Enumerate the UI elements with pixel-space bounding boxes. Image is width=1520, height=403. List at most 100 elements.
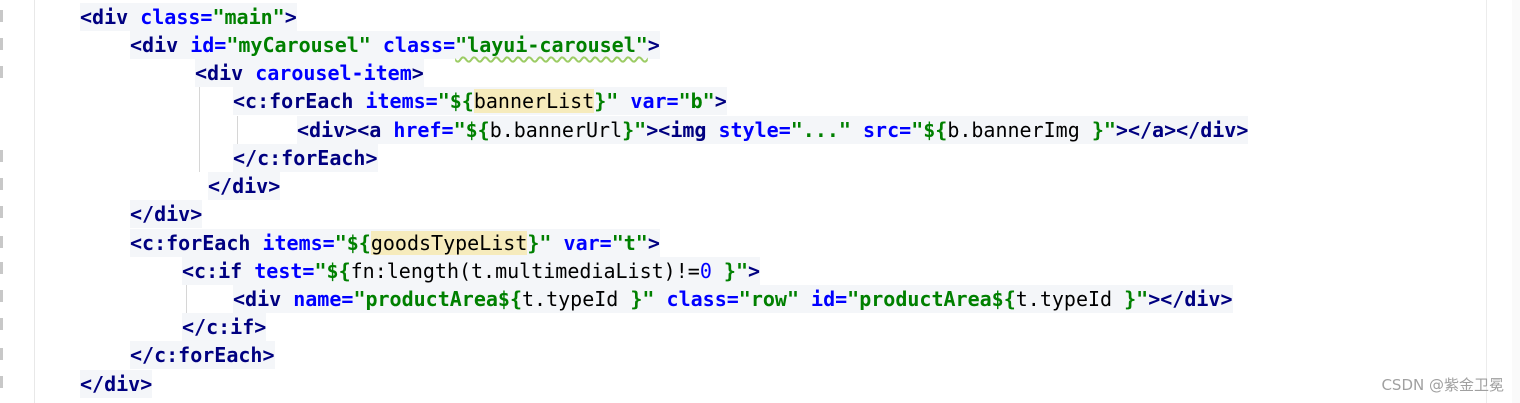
fold-marker-icon[interactable] bbox=[0, 376, 3, 388]
code-token: "..." bbox=[790, 118, 851, 142]
code-token: class= bbox=[382, 33, 456, 57]
code-token: <div bbox=[130, 33, 179, 57]
code-token: }" bbox=[594, 89, 619, 113]
code-token: "${ bbox=[314, 259, 351, 283]
code-token: bannerList bbox=[473, 89, 595, 113]
fold-marker-icon[interactable] bbox=[0, 10, 3, 22]
code-token: </c:if> bbox=[182, 315, 267, 339]
code-line[interactable]: <div><a href="${b.bannerUrl}"><img style… bbox=[297, 116, 1249, 144]
code-line[interactable]: <div class="main"> bbox=[80, 3, 297, 31]
code-editor[interactable]: <div class="main"> <div id="myCarousel" c… bbox=[0, 0, 1480, 403]
code-token: src= bbox=[863, 118, 912, 142]
code-token: </div> bbox=[130, 202, 203, 226]
code-token: style= bbox=[718, 118, 791, 142]
code-token: class= bbox=[140, 5, 213, 29]
code-token: "${ bbox=[437, 89, 474, 113]
indent-guide bbox=[237, 116, 238, 144]
code-token: }" bbox=[527, 231, 552, 255]
code-line[interactable]: <div carousel-item> bbox=[195, 59, 424, 87]
code-token: items= bbox=[365, 89, 438, 113]
fold-marker-icon[interactable] bbox=[0, 66, 3, 78]
code-token: > bbox=[284, 5, 297, 29]
code-line[interactable]: <c:if test="${fn:length(t.multimediaList… bbox=[182, 257, 761, 285]
code-token: "${ bbox=[911, 118, 948, 142]
code-line[interactable]: <c:forEach items="${bannerList}" var="b"… bbox=[233, 87, 727, 115]
code-token: t.typeId bbox=[1015, 287, 1125, 311]
code-token: "productArea${ bbox=[353, 287, 523, 311]
code-token: "layui-carousel" bbox=[455, 33, 648, 57]
code-line[interactable]: <div name="productArea${t.typeId }" clas… bbox=[233, 285, 1233, 313]
code-token: > bbox=[714, 89, 727, 113]
code-token: b.bannerUrl bbox=[489, 118, 623, 142]
code-token: "t" bbox=[611, 231, 648, 255]
code-line[interactable]: </div> bbox=[130, 200, 203, 228]
code-token: items= bbox=[262, 231, 335, 255]
code-token: > bbox=[411, 61, 424, 85]
code-line[interactable]: </c:if> bbox=[182, 313, 267, 341]
code-token: </div> bbox=[208, 174, 281, 198]
code-token: "${ bbox=[453, 118, 490, 142]
code-token: </c:forEach> bbox=[233, 146, 378, 170]
fold-marker-icon[interactable] bbox=[0, 348, 3, 360]
code-token: var= bbox=[563, 231, 612, 255]
code-token: test= bbox=[254, 259, 315, 283]
code-token: ></a></div> bbox=[1115, 118, 1249, 142]
watermark: CSDN @紫金卫冕 bbox=[1381, 376, 1504, 394]
code-token: }" bbox=[1124, 287, 1149, 311]
fold-marker-icon[interactable] bbox=[0, 178, 3, 190]
fold-marker-icon[interactable] bbox=[0, 318, 3, 330]
code-token: <c:forEach bbox=[130, 231, 251, 255]
indent-guide bbox=[199, 87, 200, 172]
fold-marker-icon[interactable] bbox=[0, 236, 3, 248]
code-line[interactable]: <c:forEach items="${goodsTypeList}" var=… bbox=[130, 229, 660, 257]
code-token: </div> bbox=[80, 372, 153, 396]
code-line[interactable]: <div id="myCarousel" class="layui-carous… bbox=[130, 31, 660, 59]
fold-marker-icon[interactable] bbox=[0, 262, 3, 274]
code-token: "productArea${ bbox=[847, 287, 1016, 311]
code-line[interactable]: </c:forEach> bbox=[130, 341, 275, 369]
code-token: <c:if bbox=[182, 259, 243, 283]
fold-marker-icon[interactable] bbox=[0, 38, 3, 50]
code-token: > bbox=[647, 231, 660, 255]
indent-guide bbox=[186, 285, 187, 313]
code-line[interactable]: </c:forEach> bbox=[233, 144, 378, 172]
code-token: id= bbox=[190, 33, 227, 57]
fold-marker-icon[interactable] bbox=[0, 206, 3, 218]
right-margin-guide bbox=[1486, 0, 1487, 403]
fold-marker-icon[interactable] bbox=[0, 150, 3, 162]
code-token: ></div> bbox=[1148, 287, 1233, 311]
code-token: }" bbox=[622, 118, 647, 142]
vertical-scrollbar[interactable] bbox=[1512, 0, 1520, 403]
code-line[interactable]: </div> bbox=[80, 370, 153, 398]
fold-marker-icon[interactable] bbox=[0, 290, 3, 302]
code-token: b.bannerImg bbox=[947, 118, 1092, 142]
code-token: <div bbox=[195, 61, 244, 85]
code-token: goodsTypeList bbox=[370, 231, 528, 255]
code-token: }" bbox=[630, 287, 655, 311]
code-token: > bbox=[748, 259, 761, 283]
code-token: > bbox=[647, 33, 660, 57]
code-line[interactable]: </div> bbox=[208, 172, 281, 200]
code-token: href= bbox=[393, 118, 454, 142]
code-token: "row" bbox=[738, 287, 799, 311]
code-token: name= bbox=[293, 287, 354, 311]
code-token: </c:forEach> bbox=[130, 343, 275, 367]
code-token: "main" bbox=[212, 5, 285, 29]
code-token: id= bbox=[811, 287, 848, 311]
code-token: }" bbox=[723, 259, 748, 283]
code-token: fn:length(t.multimediaList)!= bbox=[350, 259, 700, 283]
